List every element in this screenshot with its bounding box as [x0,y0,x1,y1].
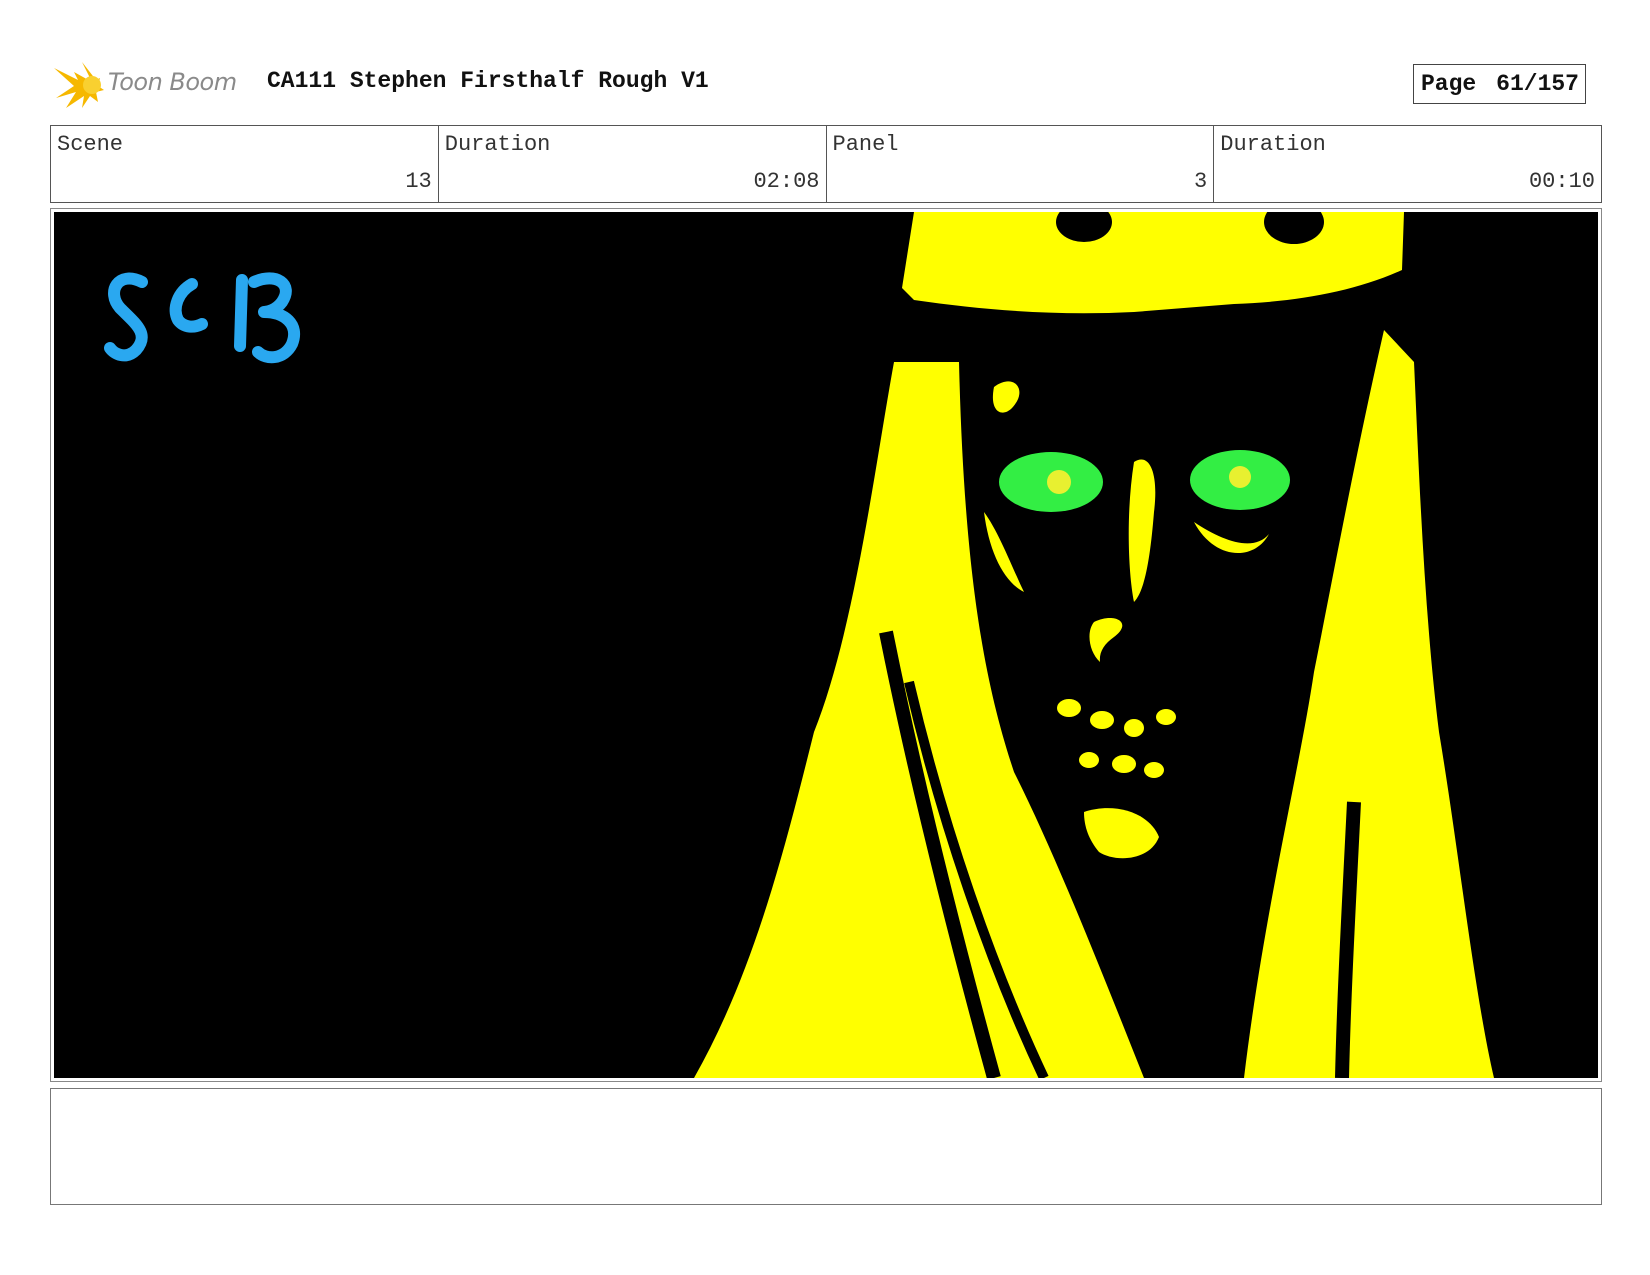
panel-label: Panel [832,132,899,157]
panel-value: 3 [1194,169,1208,194]
panel-info-table: Scene 13 Duration 02:08 Panel 3 Duration… [50,125,1602,203]
page-label: Page [1421,71,1477,97]
scene-cell: Scene 13 [51,126,439,202]
starburst-icon [54,62,104,108]
panel-duration-cell: Duration 00:10 [1214,126,1601,202]
storyboard-panel-image [54,212,1598,1078]
page-number: 61/157 [1496,71,1579,97]
panel-duration-value: 00:10 [1528,169,1595,194]
scene-value: 13 [405,169,432,194]
scene-duration-cell: Duration 02:08 [439,126,827,202]
scene-duration-label: Duration [444,132,551,157]
toon-boom-logo: Toon Boom [52,58,252,112]
scene-duration-value: 02:08 [753,169,820,194]
logo-wordmark: Toon Boom [108,68,237,96]
panel-cell: Panel 3 [827,126,1215,202]
scene-label: Scene [57,132,124,157]
panel-duration-label: Duration [1220,132,1326,157]
panel-drawing [54,212,1598,1078]
panel-notes-box [50,1088,1602,1205]
document-title: CA111 Stephen Firsthalf Rough V1 [267,68,709,94]
page-indicator: Page 61/157 [1413,64,1586,104]
